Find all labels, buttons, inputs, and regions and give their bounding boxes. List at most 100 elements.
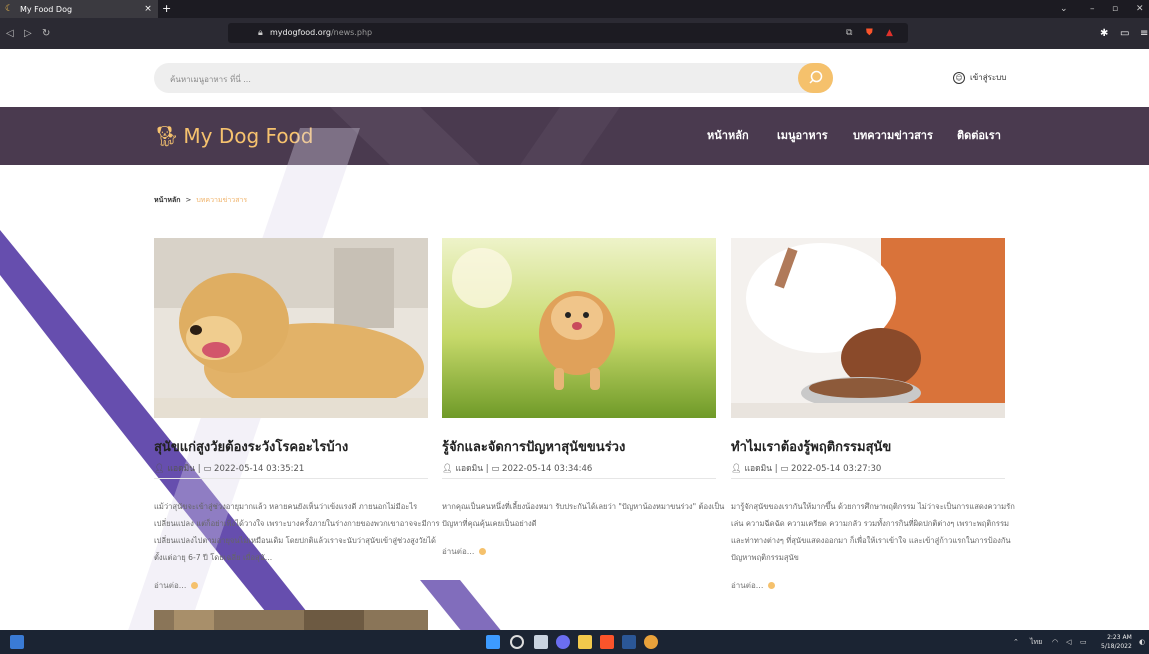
word-icon[interactable] (622, 635, 636, 649)
logo-text: My Dog Food (183, 124, 314, 148)
article-date: 2022-05-14 03:34:46 (502, 464, 593, 474)
windows-taskbar: ⌃ ไทย ◠ ◁ ▭ 2:23 AM 5/18/2022 ◐ (0, 630, 1149, 654)
browser-tab-bar: ☾ My Food Dog × + ⌄ – ▫ ✕ (0, 0, 1149, 18)
browser-toolbar: ◁ ▷ ↻ ⊓ 🔒︎ mydogfood.org/news.php ⧉ ⛊ ▲ … (0, 18, 1149, 49)
article-excerpt: หากคุณเป็นคนหนึ่งที่เลี้ยงน้องหมา รับประ… (442, 502, 725, 528)
language-indicator[interactable]: ไทย (1030, 630, 1042, 654)
volume-icon[interactable]: ◁ (1066, 630, 1071, 654)
article-image-pomeranian[interactable] (442, 238, 716, 418)
sidebar-icon[interactable]: ▭ (1120, 18, 1129, 49)
article-excerpt: แม้ว่าสุนัขจะเข้าสู่ช่วงอายุมากแล้ว หลาย… (154, 502, 440, 562)
system-clock[interactable]: 2:23 AM 5/18/2022 (1101, 633, 1132, 651)
browser-tab[interactable]: ☾ My Food Dog × (0, 0, 158, 18)
start-icon[interactable] (486, 635, 500, 649)
article-divider (731, 478, 1005, 479)
minimize-icon[interactable]: – (1090, 0, 1095, 18)
breadcrumb: หน้าหลัก > บทความข่าวสาร (154, 195, 247, 206)
search-taskbar-icon[interactable] (510, 635, 524, 649)
article-image-partial[interactable] (154, 610, 428, 630)
read-more-label: อ่านต่อ... (731, 581, 764, 590)
url-text: mydogfood.org/news.php (270, 23, 372, 43)
brave-rewards-icon[interactable]: ▲ (886, 23, 893, 43)
article-divider (442, 478, 716, 479)
article-meta: 👤︎ แอดมิน | ▭ 2022-05-14 03:34:46 (442, 464, 593, 474)
menu-icon[interactable]: ≡ (1140, 18, 1148, 49)
read-more-link[interactable]: อ่านต่อ... (154, 579, 199, 592)
reload-icon[interactable]: ↻ (42, 18, 50, 49)
read-more-dot-icon (768, 582, 776, 589)
search-icon (808, 70, 822, 84)
notification-icon[interactable]: ◐ (1139, 630, 1145, 654)
new-tab-button[interactable]: + (162, 0, 171, 18)
author-icon: 👤︎ (442, 464, 453, 474)
widgets-icon[interactable] (10, 635, 24, 649)
forward-icon[interactable]: ▷ (24, 18, 32, 49)
calendar-icon: ▭ (780, 464, 789, 474)
tab-title: My Food Dog (20, 4, 73, 14)
battery-icon[interactable]: ▭ (1080, 630, 1087, 654)
read-more-label: อ่านต่อ... (442, 547, 475, 556)
read-more-link[interactable]: อ่านต่อ... (731, 579, 776, 592)
article-image-dog-eating[interactable] (731, 238, 1005, 418)
address-bar[interactable]: 🔒︎ mydogfood.org/news.php ⧉ ⛊ ▲ (228, 23, 908, 43)
breadcrumb-home[interactable]: หน้าหลัก (154, 196, 180, 204)
login-link[interactable]: ☺ เข้าสู่ระบบ (953, 70, 1006, 86)
article-date: 2022-05-14 03:35:21 (214, 464, 305, 474)
nav-food-menu[interactable]: เมนูอาหาร (777, 107, 828, 165)
tray-chevron-icon[interactable]: ⌃ (1013, 630, 1019, 654)
chrome-icon[interactable] (644, 635, 658, 649)
nav-home[interactable]: หน้าหลัก (707, 107, 749, 165)
dog-favicon-icon: ☾ (5, 4, 14, 14)
share-icon[interactable]: ⧉ (846, 23, 852, 43)
search-input[interactable] (168, 63, 792, 95)
extensions-icon[interactable]: ✱ (1100, 18, 1108, 49)
read-more-label: อ่านต่อ... (154, 581, 187, 590)
lock-icon: 🔒︎ (258, 28, 263, 38)
user-icon: ☺ (953, 71, 965, 84)
nav-contact[interactable]: ติดต่อเรา (957, 107, 1001, 165)
read-more-link[interactable]: อ่านต่อ... (442, 545, 487, 558)
url-path: /news.php (330, 28, 373, 37)
article-author: แอดมิน (744, 464, 773, 474)
url-domain: mydogfood.org (270, 28, 331, 37)
article-image-golden-retriever[interactable] (154, 238, 428, 418)
article-author: แอดมิน (167, 464, 196, 474)
site-header: 🐕︎ My Dog Food หน้าหลัก เมนูอาหาร บทความ… (0, 107, 1149, 165)
wifi-icon[interactable]: ◠ (1052, 630, 1058, 654)
dog-logo-icon: 🐕︎ (154, 124, 180, 148)
brave-shield-icon[interactable]: ⛊ (866, 23, 873, 43)
article-divider (154, 478, 428, 479)
window-close-icon[interactable]: ✕ (1136, 0, 1144, 18)
calendar-icon: ▭ (491, 464, 500, 474)
article-title[interactable]: รู้จักและจัดการปัญหาสุนัขขนร่วง (442, 436, 625, 457)
file-explorer-icon[interactable] (578, 635, 592, 649)
login-label: เข้าสู่ระบบ (970, 73, 1007, 82)
site-logo[interactable]: 🐕︎ My Dog Food (154, 121, 314, 151)
clock-date: 5/18/2022 (1101, 643, 1132, 650)
article-meta: 👤︎ แอดมิน | ▭ 2022-05-14 03:27:30 (731, 464, 882, 474)
breadcrumb-current: บทความข่าวสาร (196, 196, 248, 204)
breadcrumb-separator: > (185, 196, 192, 204)
nav-articles[interactable]: บทความข่าวสาร (853, 107, 933, 165)
read-more-dot-icon (191, 582, 199, 589)
article-title[interactable]: ทำไมเราต้องรู้พฤติกรรมสุนัข (731, 436, 891, 457)
restore-icon[interactable]: ▫ (1112, 0, 1118, 18)
task-view-icon[interactable] (534, 635, 548, 649)
chat-icon[interactable] (556, 635, 570, 649)
article-title[interactable]: สุนัขแก่สูงวัยต้องระวังโรคอะไรบ้าง (154, 436, 348, 457)
article-meta: 👤︎ แอดมิน | ▭ 2022-05-14 03:35:21 (154, 464, 305, 474)
author-icon: 👤︎ (731, 464, 742, 474)
read-more-dot-icon (479, 548, 487, 555)
search-box (154, 63, 833, 95)
article-date: 2022-05-14 03:27:30 (791, 464, 882, 474)
author-icon: 👤︎ (154, 464, 165, 474)
tab-close-button[interactable]: × (142, 4, 154, 14)
search-button[interactable] (798, 63, 833, 93)
back-icon[interactable]: ◁ (6, 18, 14, 49)
clock-time: 2:23 AM (1107, 634, 1132, 641)
article-excerpt: มารู้จักสุนัขของเรากันให้มากขึ้น ด้วยการ… (731, 502, 1015, 562)
article-author: แอดมิน (455, 464, 484, 474)
brave-browser-icon[interactable] (600, 635, 614, 649)
calendar-icon: ▭ (203, 464, 212, 474)
tab-list-chevron-icon[interactable]: ⌄ (1060, 0, 1068, 18)
